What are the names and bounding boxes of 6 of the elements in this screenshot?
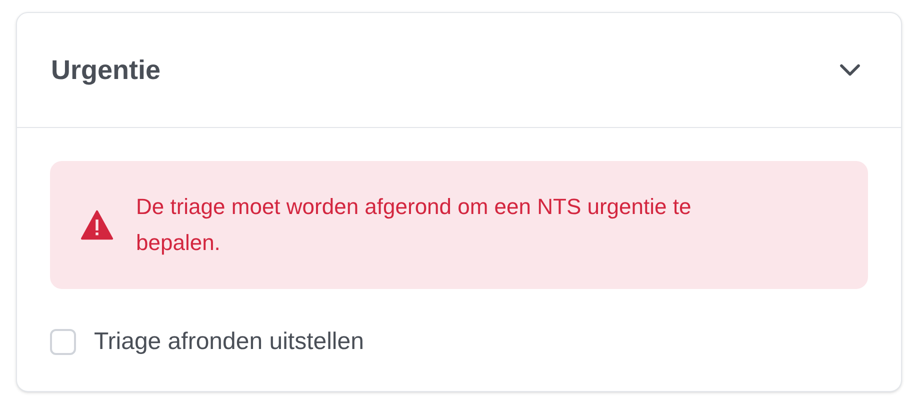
checkbox-label: Triage afronden uitstellen [94, 327, 364, 357]
panel-title: Urgentie [51, 54, 161, 87]
alert-message: De triage moet worden afgerond om een NTS urgentie te bepalen. [136, 193, 692, 257]
checkbox[interactable] [50, 329, 76, 355]
warning-icon [80, 210, 114, 240]
panel-header[interactable]: Urgentie [17, 13, 901, 128]
